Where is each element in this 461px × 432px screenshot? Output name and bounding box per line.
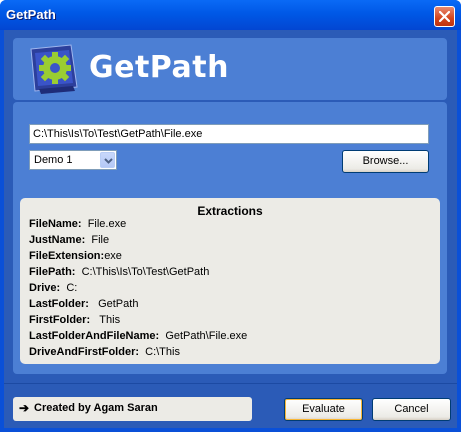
close-icon xyxy=(439,11,450,22)
footer-divider xyxy=(4,383,457,384)
extraction-row: LastFolderAndFileName: GetPath\File.exe xyxy=(29,330,248,342)
credit-label: ➔ Created by Agam Saran xyxy=(13,397,252,421)
title-bar[interactable]: GetPath xyxy=(0,0,461,30)
app-window: GetPath GetPath C:\This\Is\To\Test\GetPa… xyxy=(0,0,461,432)
app-name-heading: GetPath xyxy=(89,50,229,85)
evaluate-button[interactable]: Evaluate xyxy=(284,398,363,421)
demo-select-value: Demo 1 xyxy=(34,154,73,166)
extraction-key: DriveAndFirstFolder: xyxy=(29,346,140,358)
header-panel: GetPath xyxy=(13,38,447,100)
extraction-value: C:\This xyxy=(139,346,180,358)
extraction-row: FilePath: C:\This\Is\To\Test\GetPath xyxy=(29,266,210,278)
window-client-area: GetPath Demo 1 Browse... Extractions Fil… xyxy=(4,30,457,428)
window-title: GetPath xyxy=(6,7,56,22)
cancel-button[interactable]: Cancel xyxy=(372,398,451,421)
extractions-title: Extractions xyxy=(197,204,263,218)
gear-monitor-icon xyxy=(30,44,78,94)
credit-text: Created by Agam Saran xyxy=(34,402,158,414)
path-input[interactable] xyxy=(29,124,429,144)
arrow-right-icon: ➔ xyxy=(19,401,30,415)
demo-select[interactable]: Demo 1 xyxy=(29,150,117,170)
browse-button[interactable]: Browse... xyxy=(342,150,429,173)
extraction-row: DriveAndFirstFolder: C:\This xyxy=(29,346,180,358)
chevron-down-icon xyxy=(104,158,113,164)
close-button[interactable] xyxy=(434,6,455,27)
dropdown-button[interactable] xyxy=(100,152,115,168)
extraction-row: FirstFolder: This xyxy=(29,314,121,326)
extraction-row: FileName: File.exe xyxy=(29,218,127,230)
extraction-row: FileExtension:exe xyxy=(29,250,122,262)
extraction-row: Drive: C: xyxy=(29,282,78,294)
main-panel: Demo 1 Browse... Extractions FileName: F… xyxy=(13,102,447,374)
extraction-row: LastFolder: GetPath xyxy=(29,298,139,310)
extraction-row: JustName: File xyxy=(29,234,110,246)
extractions-panel: Extractions FileName: File.exe JustName:… xyxy=(20,198,440,364)
